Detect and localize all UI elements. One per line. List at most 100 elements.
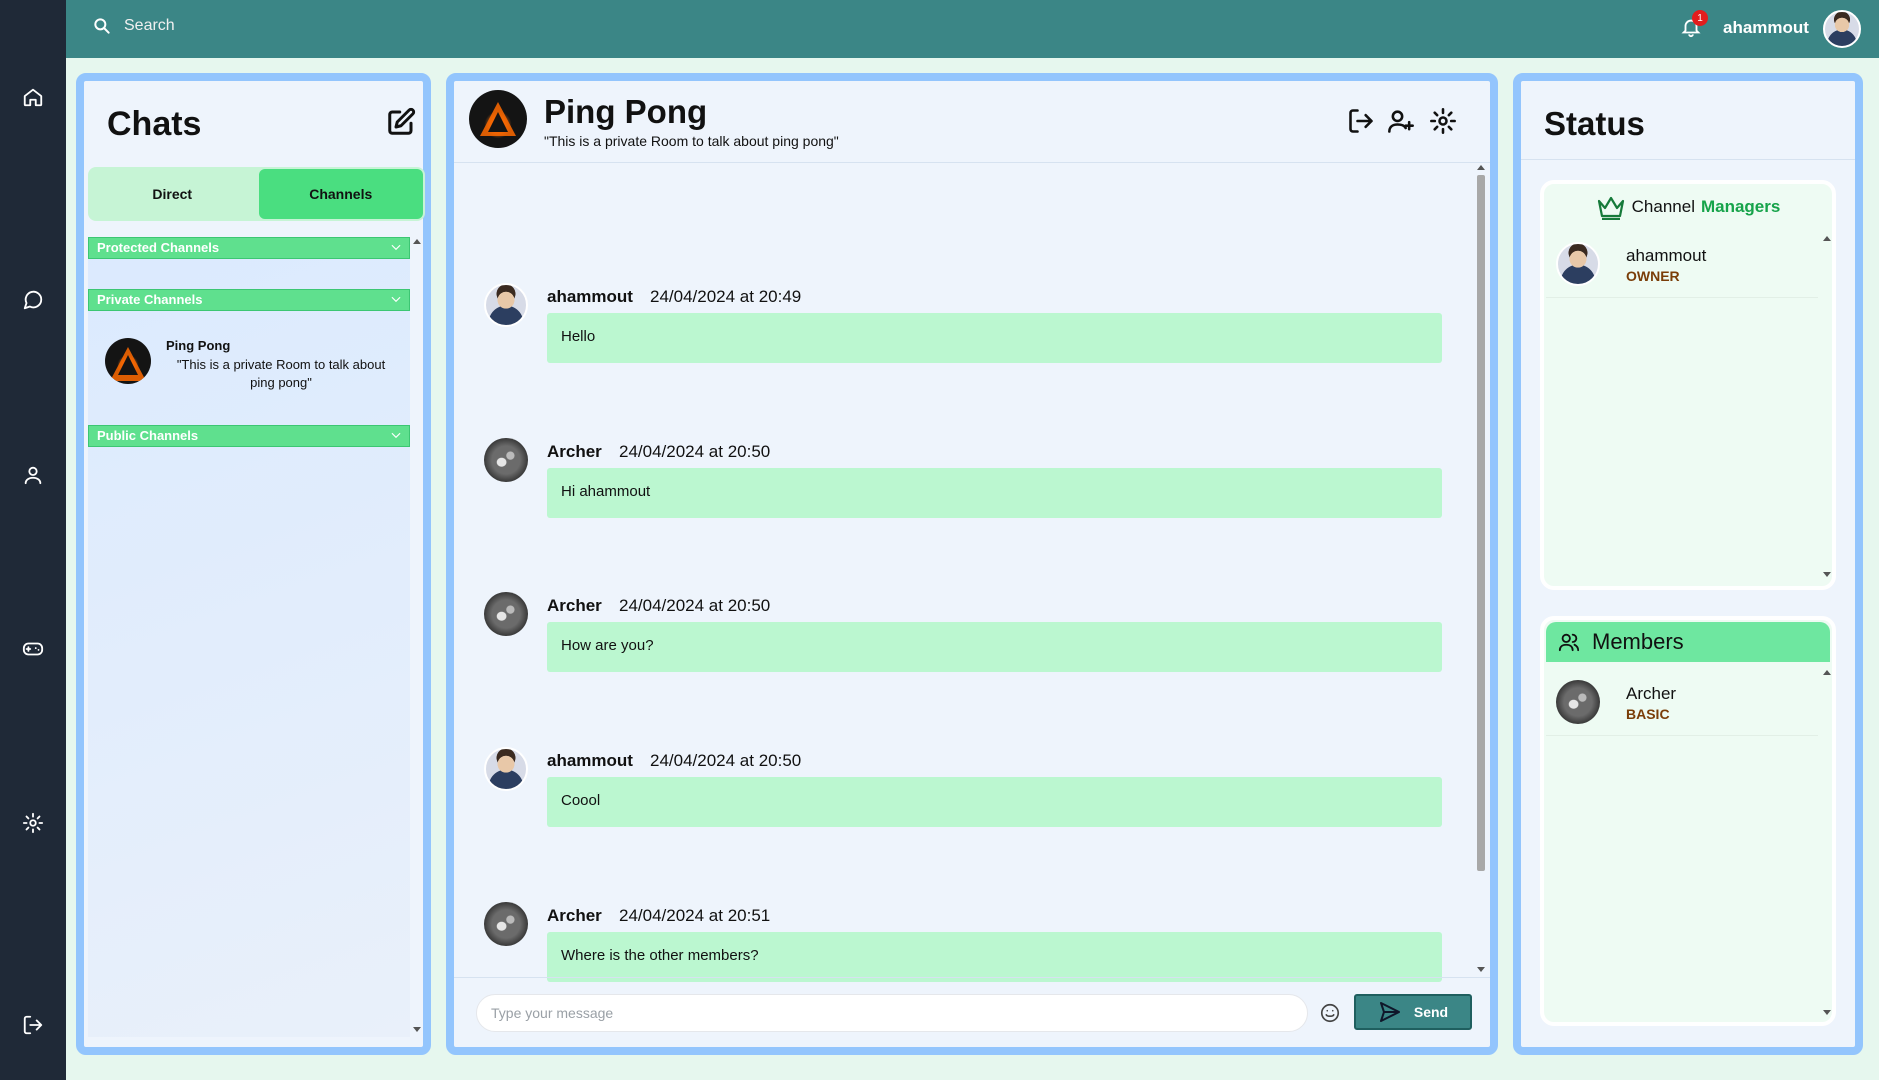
new-chat-button[interactable] xyxy=(386,107,418,139)
chevron-down-icon xyxy=(389,240,403,257)
scroll-up-arrow[interactable] xyxy=(1823,670,1831,675)
members-scrollbar[interactable] xyxy=(1822,670,1832,1020)
members-title: Members xyxy=(1592,629,1684,654)
message-text: How are you? xyxy=(547,622,1442,672)
member-item[interactable]: Archer BASIC xyxy=(1546,670,1818,736)
scroll-down-arrow[interactable] xyxy=(1823,1010,1831,1015)
status-title: Status xyxy=(1544,105,1645,142)
messages-scrollbar[interactable] xyxy=(1474,165,1488,975)
gear-icon xyxy=(1430,108,1456,134)
message-time: 24/04/2024 at 20:50 xyxy=(619,442,771,461)
chat-room-panel: Ping Pong "This is a private Room to tal… xyxy=(446,73,1498,1055)
scrollbar-thumb[interactable] xyxy=(1477,175,1485,871)
message-author: ahammout xyxy=(547,751,633,770)
message: ahammout 24/04/2024 at 20:50 Coool xyxy=(454,741,1474,851)
group-label: Public Channels xyxy=(97,428,199,443)
leave-icon xyxy=(1349,109,1373,133)
add-member-button[interactable] xyxy=(1387,107,1417,137)
author-avatar xyxy=(484,902,528,946)
room-avatar xyxy=(469,90,527,148)
chats-scrollbar[interactable] xyxy=(412,237,422,1037)
side-navigation xyxy=(0,0,66,1080)
chats-panel: Chats Direct Channels Protected Channels… xyxy=(76,73,431,1055)
private-channels-header[interactable]: Private Channels xyxy=(88,289,410,311)
chat-icon[interactable] xyxy=(21,288,45,312)
scroll-up-arrow[interactable] xyxy=(1823,236,1831,241)
message-author: Archer xyxy=(547,596,602,615)
logout-icon[interactable] xyxy=(21,1013,45,1037)
channel-item-ping-pong[interactable]: Ping Pong "This is a private Room to tal… xyxy=(88,320,410,412)
current-username[interactable]: ahammout xyxy=(1723,18,1809,38)
message: Archer 24/04/2024 at 20:50 How are you? xyxy=(454,586,1474,696)
message-author: Archer xyxy=(547,906,602,925)
room-description: "This is a private Room to talk about pi… xyxy=(544,133,839,149)
user-avatar[interactable] xyxy=(1823,10,1861,48)
group-label: Private Channels xyxy=(97,292,203,307)
profile-icon[interactable] xyxy=(21,463,45,487)
manager-name: ahammout xyxy=(1626,246,1707,265)
manager-avatar xyxy=(1556,242,1600,286)
chats-title: Chats xyxy=(107,105,202,143)
member-name: Archer xyxy=(1626,684,1677,703)
status-panel: Status Channel Managers ahammout OWNER M… xyxy=(1513,73,1863,1055)
message-text: Where is the other members? xyxy=(547,932,1442,982)
message-composer: Send xyxy=(454,977,1490,1047)
scroll-down-arrow[interactable] xyxy=(1477,967,1485,972)
room-title: Ping Pong xyxy=(544,93,708,130)
group-label: Protected Channels xyxy=(97,240,220,255)
channel-description: "This is a private Room to talk about pi… xyxy=(176,357,386,390)
message: Archer 24/04/2024 at 20:50 Hi ahammout xyxy=(454,432,1474,542)
managers-accent: Managers xyxy=(1700,197,1781,216)
message: ahammout 24/04/2024 at 20:49 Hello xyxy=(454,277,1474,387)
members-heading: Members xyxy=(1546,622,1830,662)
tab-direct[interactable]: Direct xyxy=(90,169,255,219)
message-text: Hello xyxy=(547,313,1442,363)
users-icon xyxy=(1558,633,1580,652)
room-settings-button[interactable] xyxy=(1429,107,1459,137)
status-header: Status xyxy=(1521,81,1855,160)
channel-avatar xyxy=(105,338,151,384)
notification-bell[interactable]: 1 xyxy=(1680,10,1708,42)
settings-icon[interactable] xyxy=(21,811,45,835)
scroll-up-arrow[interactable] xyxy=(413,239,421,244)
managers-scrollbar[interactable] xyxy=(1822,236,1832,582)
smiley-icon xyxy=(1320,1003,1340,1023)
members-box: Members Archer BASIC xyxy=(1540,616,1836,1026)
send-button[interactable]: Send xyxy=(1354,994,1472,1030)
message-time: 24/04/2024 at 20:51 xyxy=(619,906,771,925)
message-input[interactable] xyxy=(476,994,1308,1032)
search-box[interactable] xyxy=(92,16,424,36)
top-bar: 1 ahammout xyxy=(66,0,1879,58)
message-author: ahammout xyxy=(547,287,633,306)
leave-room-button[interactable] xyxy=(1347,107,1377,137)
manager-role: OWNER xyxy=(1626,268,1680,284)
game-icon[interactable] xyxy=(21,637,45,661)
scroll-down-arrow[interactable] xyxy=(1823,572,1831,577)
message-time: 24/04/2024 at 20:50 xyxy=(619,596,771,615)
message-time: 24/04/2024 at 20:50 xyxy=(650,751,802,770)
send-icon xyxy=(1379,1002,1400,1022)
manager-item[interactable]: ahammout OWNER xyxy=(1546,232,1818,298)
channel-managers-box: Channel Managers ahammout OWNER xyxy=(1540,180,1836,590)
message-text: Hi ahammout xyxy=(547,468,1442,518)
member-avatar xyxy=(1556,680,1600,724)
message-author: Archer xyxy=(547,442,602,461)
compose-icon xyxy=(388,107,416,135)
emoji-button[interactable] xyxy=(1319,1002,1343,1026)
chat-type-tabs: Direct Channels xyxy=(88,167,425,221)
scroll-up-arrow[interactable] xyxy=(1477,165,1485,170)
member-role: BASIC xyxy=(1626,706,1670,722)
public-channels-header[interactable]: Public Channels xyxy=(88,425,410,447)
search-icon xyxy=(94,18,110,34)
home-icon[interactable] xyxy=(21,85,45,109)
scroll-down-arrow[interactable] xyxy=(413,1027,421,1032)
message-time: 24/04/2024 at 20:49 xyxy=(650,287,802,306)
channel-groups: Protected Channels Private Channels Ping… xyxy=(88,237,410,1037)
author-avatar xyxy=(484,283,528,327)
protected-channels-header[interactable]: Protected Channels xyxy=(88,237,410,259)
send-label: Send xyxy=(1413,1004,1449,1020)
tab-channels[interactable]: Channels xyxy=(258,169,423,219)
search-input[interactable] xyxy=(124,17,424,35)
author-avatar xyxy=(484,438,528,482)
add-user-icon xyxy=(1388,110,1414,133)
